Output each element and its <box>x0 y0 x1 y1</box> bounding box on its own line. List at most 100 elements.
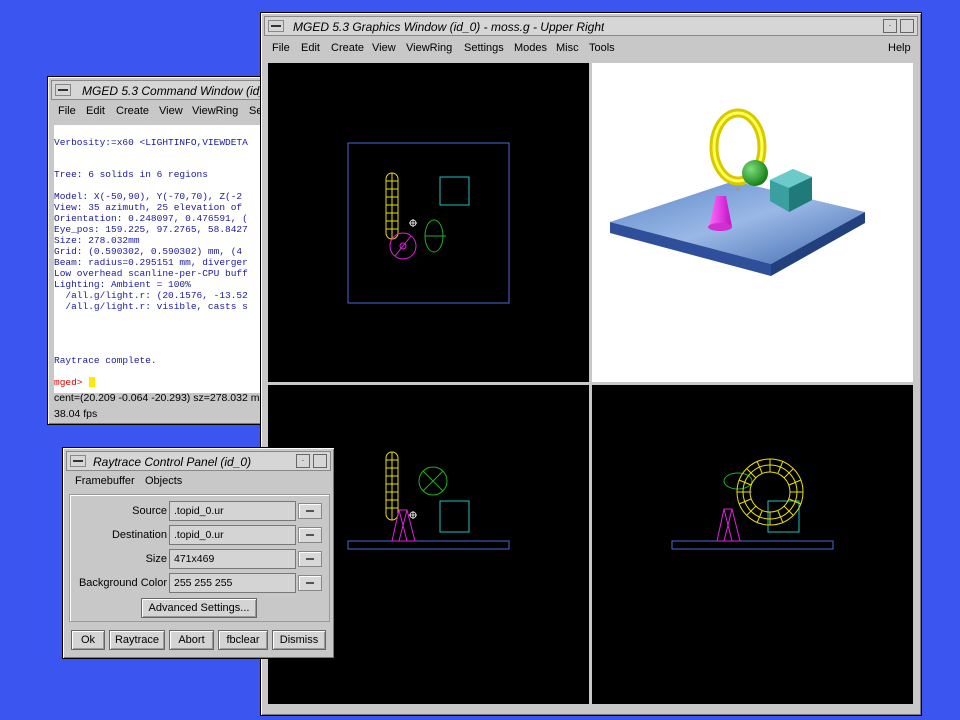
console-line: Size: 278.032mm <box>54 235 140 246</box>
top-view-wireframe <box>347 142 510 304</box>
command-prompt-line[interactable]: mged> <box>54 377 95 388</box>
background-color-row: Background Color 255 255 255 <box>73 573 322 595</box>
side-view-wireframe <box>671 458 834 550</box>
menu-modes[interactable]: Modes <box>514 42 547 54</box>
abort-button[interactable]: Abort <box>169 630 214 650</box>
console-line: Grid: (0.590302, 0.590302) mm, (4 <box>54 246 243 257</box>
menu-edit[interactable]: Edit <box>301 42 320 54</box>
dismiss-button[interactable]: Dismiss <box>272 630 326 650</box>
menu-framebuffer[interactable]: Framebuffer <box>75 475 135 487</box>
advanced-settings-button[interactable]: Advanced Settings... <box>141 598 257 618</box>
console-line: View: 35 azimuth, 25 elevation of <box>54 202 243 213</box>
destination-row: Destination .topid_0.ur <box>73 525 322 547</box>
size-field[interactable]: 471x469 <box>169 549 296 569</box>
menu-settings[interactable]: Settings <box>464 42 504 54</box>
menu-create[interactable]: Create <box>331 42 364 54</box>
console-line: Verbosity:=x60 <LIGHTINFO,VIEWDETA <box>54 137 248 148</box>
graphics-window-titlebar[interactable]: MGED 5.3 Graphics Window (id_0) - moss.g… <box>264 16 918 36</box>
raytraced-scene <box>610 108 865 276</box>
raytrace-menubar: Framebuffer Objects <box>75 475 325 491</box>
command-menubar: File Edit Create View ViewRing Se <box>58 105 268 121</box>
maximize-icon[interactable] <box>313 454 327 468</box>
menu-file[interactable]: File <box>58 105 76 117</box>
console-line: Low overhead scanline-per-CPU buff <box>54 268 248 279</box>
status-fps: 38.04 fps <box>54 408 98 420</box>
viewport-upper-right[interactable] <box>592 63 913 382</box>
menu-help[interactable]: Help <box>888 42 911 54</box>
raytrace-control-panel[interactable]: Raytrace Control Panel (id_0) · Framebuf… <box>62 447 335 659</box>
console-output[interactable]: Verbosity:=x60 <LIGHTINFO,VIEWDETA Tree:… <box>54 125 268 393</box>
box-outline <box>439 500 470 533</box>
base-plate-outline <box>671 540 834 550</box>
console-line: Orientation: 0.248097, 0.476591, ( <box>54 213 248 224</box>
viewport-lower-right[interactable] <box>592 385 913 704</box>
box-outline <box>439 176 470 206</box>
light-point <box>736 187 740 191</box>
source-field[interactable]: .topid_0.ur <box>169 501 296 521</box>
viewport-upper-left[interactable] <box>268 63 589 382</box>
ok-button[interactable]: Ok <box>71 630 105 650</box>
destination-dropdown-icon[interactable] <box>298 527 322 543</box>
menu-objects[interactable]: Objects <box>145 475 182 487</box>
ellipsoid-outline <box>723 472 753 490</box>
console-line: Eye_pos: 159.225, 97.2765, 58.8427 <box>54 224 248 235</box>
command-window[interactable]: MGED 5.3 Command Window (id_0) - m File … <box>47 76 297 425</box>
plate-top <box>610 181 865 264</box>
window-menu-icon[interactable] <box>70 455 86 467</box>
box-outline <box>767 500 800 533</box>
cone-outline <box>716 508 741 542</box>
size-row: Size 471x469 <box>73 549 322 571</box>
ellipsoid-outline <box>424 219 446 253</box>
destination-field[interactable]: .topid_0.ur <box>169 525 296 545</box>
fbclear-button[interactable]: fbclear <box>218 630 268 650</box>
menu-misc[interactable]: Misc <box>556 42 579 54</box>
base-plate-outline <box>347 540 510 550</box>
light-marker <box>409 219 417 227</box>
torus-wireframe <box>385 451 399 521</box>
menu-view[interactable]: View <box>372 42 396 54</box>
torus-wireframe <box>385 172 399 240</box>
destination-label: Destination <box>111 529 167 541</box>
light-point <box>748 490 752 494</box>
graphics-window-title: MGED 5.3 Graphics Window (id_0) - moss.g… <box>293 20 605 34</box>
console-line: Lighting: Ambient = 100% <box>54 279 191 290</box>
minimize-icon[interactable]: · <box>883 19 897 33</box>
raytrace-complete-message: Raytrace complete. <box>54 355 157 366</box>
graphics-window[interactable]: MGED 5.3 Graphics Window (id_0) - moss.g… <box>260 12 922 716</box>
menu-view[interactable]: View <box>159 105 183 117</box>
background-color-field[interactable]: 255 255 255 <box>169 573 296 593</box>
raytrace-button[interactable]: Raytrace <box>109 630 165 650</box>
console-line: Beam: radius=0.295151 mm, diverger <box>54 257 248 268</box>
background-color-label: Background Color <box>78 577 167 589</box>
cone-outline <box>389 232 417 260</box>
menu-tools[interactable]: Tools <box>589 42 615 54</box>
console-line: Tree: 6 solids in 6 regions <box>54 169 208 180</box>
menu-create[interactable]: Create <box>116 105 149 117</box>
console-line: /all.g/light.r: (20.1576, -13.52 <box>54 290 248 301</box>
raytrace-panel-titlebar[interactable]: Raytrace Control Panel (id_0) · <box>66 451 331 471</box>
menu-viewring[interactable]: ViewRing <box>406 42 452 54</box>
maximize-icon[interactable] <box>900 19 914 33</box>
sphere-shape <box>742 160 768 186</box>
menu-file[interactable]: File <box>272 42 290 54</box>
background-color-dropdown-icon[interactable] <box>298 575 322 591</box>
size-dropdown-icon[interactable] <box>298 551 322 567</box>
status-center: cent=(20.209 -0.064 -20.293) sz=278.032 … <box>54 392 260 404</box>
light-marker <box>409 511 417 519</box>
console-line: /all.g/light.r: visible, casts s <box>54 301 248 312</box>
console-line: Model: X(-50,90), Y(-70,70), Z(-2 <box>54 191 243 202</box>
command-window-titlebar[interactable]: MGED 5.3 Command Window (id_0) - m <box>51 80 297 100</box>
source-row: Source .topid_0.ur <box>73 501 322 523</box>
menu-edit[interactable]: Edit <box>86 105 105 117</box>
size-label: Size <box>145 553 167 565</box>
text-cursor <box>88 377 95 388</box>
minimize-icon[interactable]: · <box>296 454 310 468</box>
raytrace-panel-title: Raytrace Control Panel (id_0) <box>93 455 252 469</box>
window-menu-icon[interactable] <box>268 20 284 32</box>
menu-viewring[interactable]: ViewRing <box>192 105 238 117</box>
graphics-menubar: File Edit Create View ViewRing Settings … <box>272 42 917 58</box>
source-dropdown-icon[interactable] <box>298 503 322 519</box>
window-menu-icon[interactable] <box>55 84 71 96</box>
sphere-outline <box>418 466 448 496</box>
prompt-label: mged> <box>54 377 83 388</box>
